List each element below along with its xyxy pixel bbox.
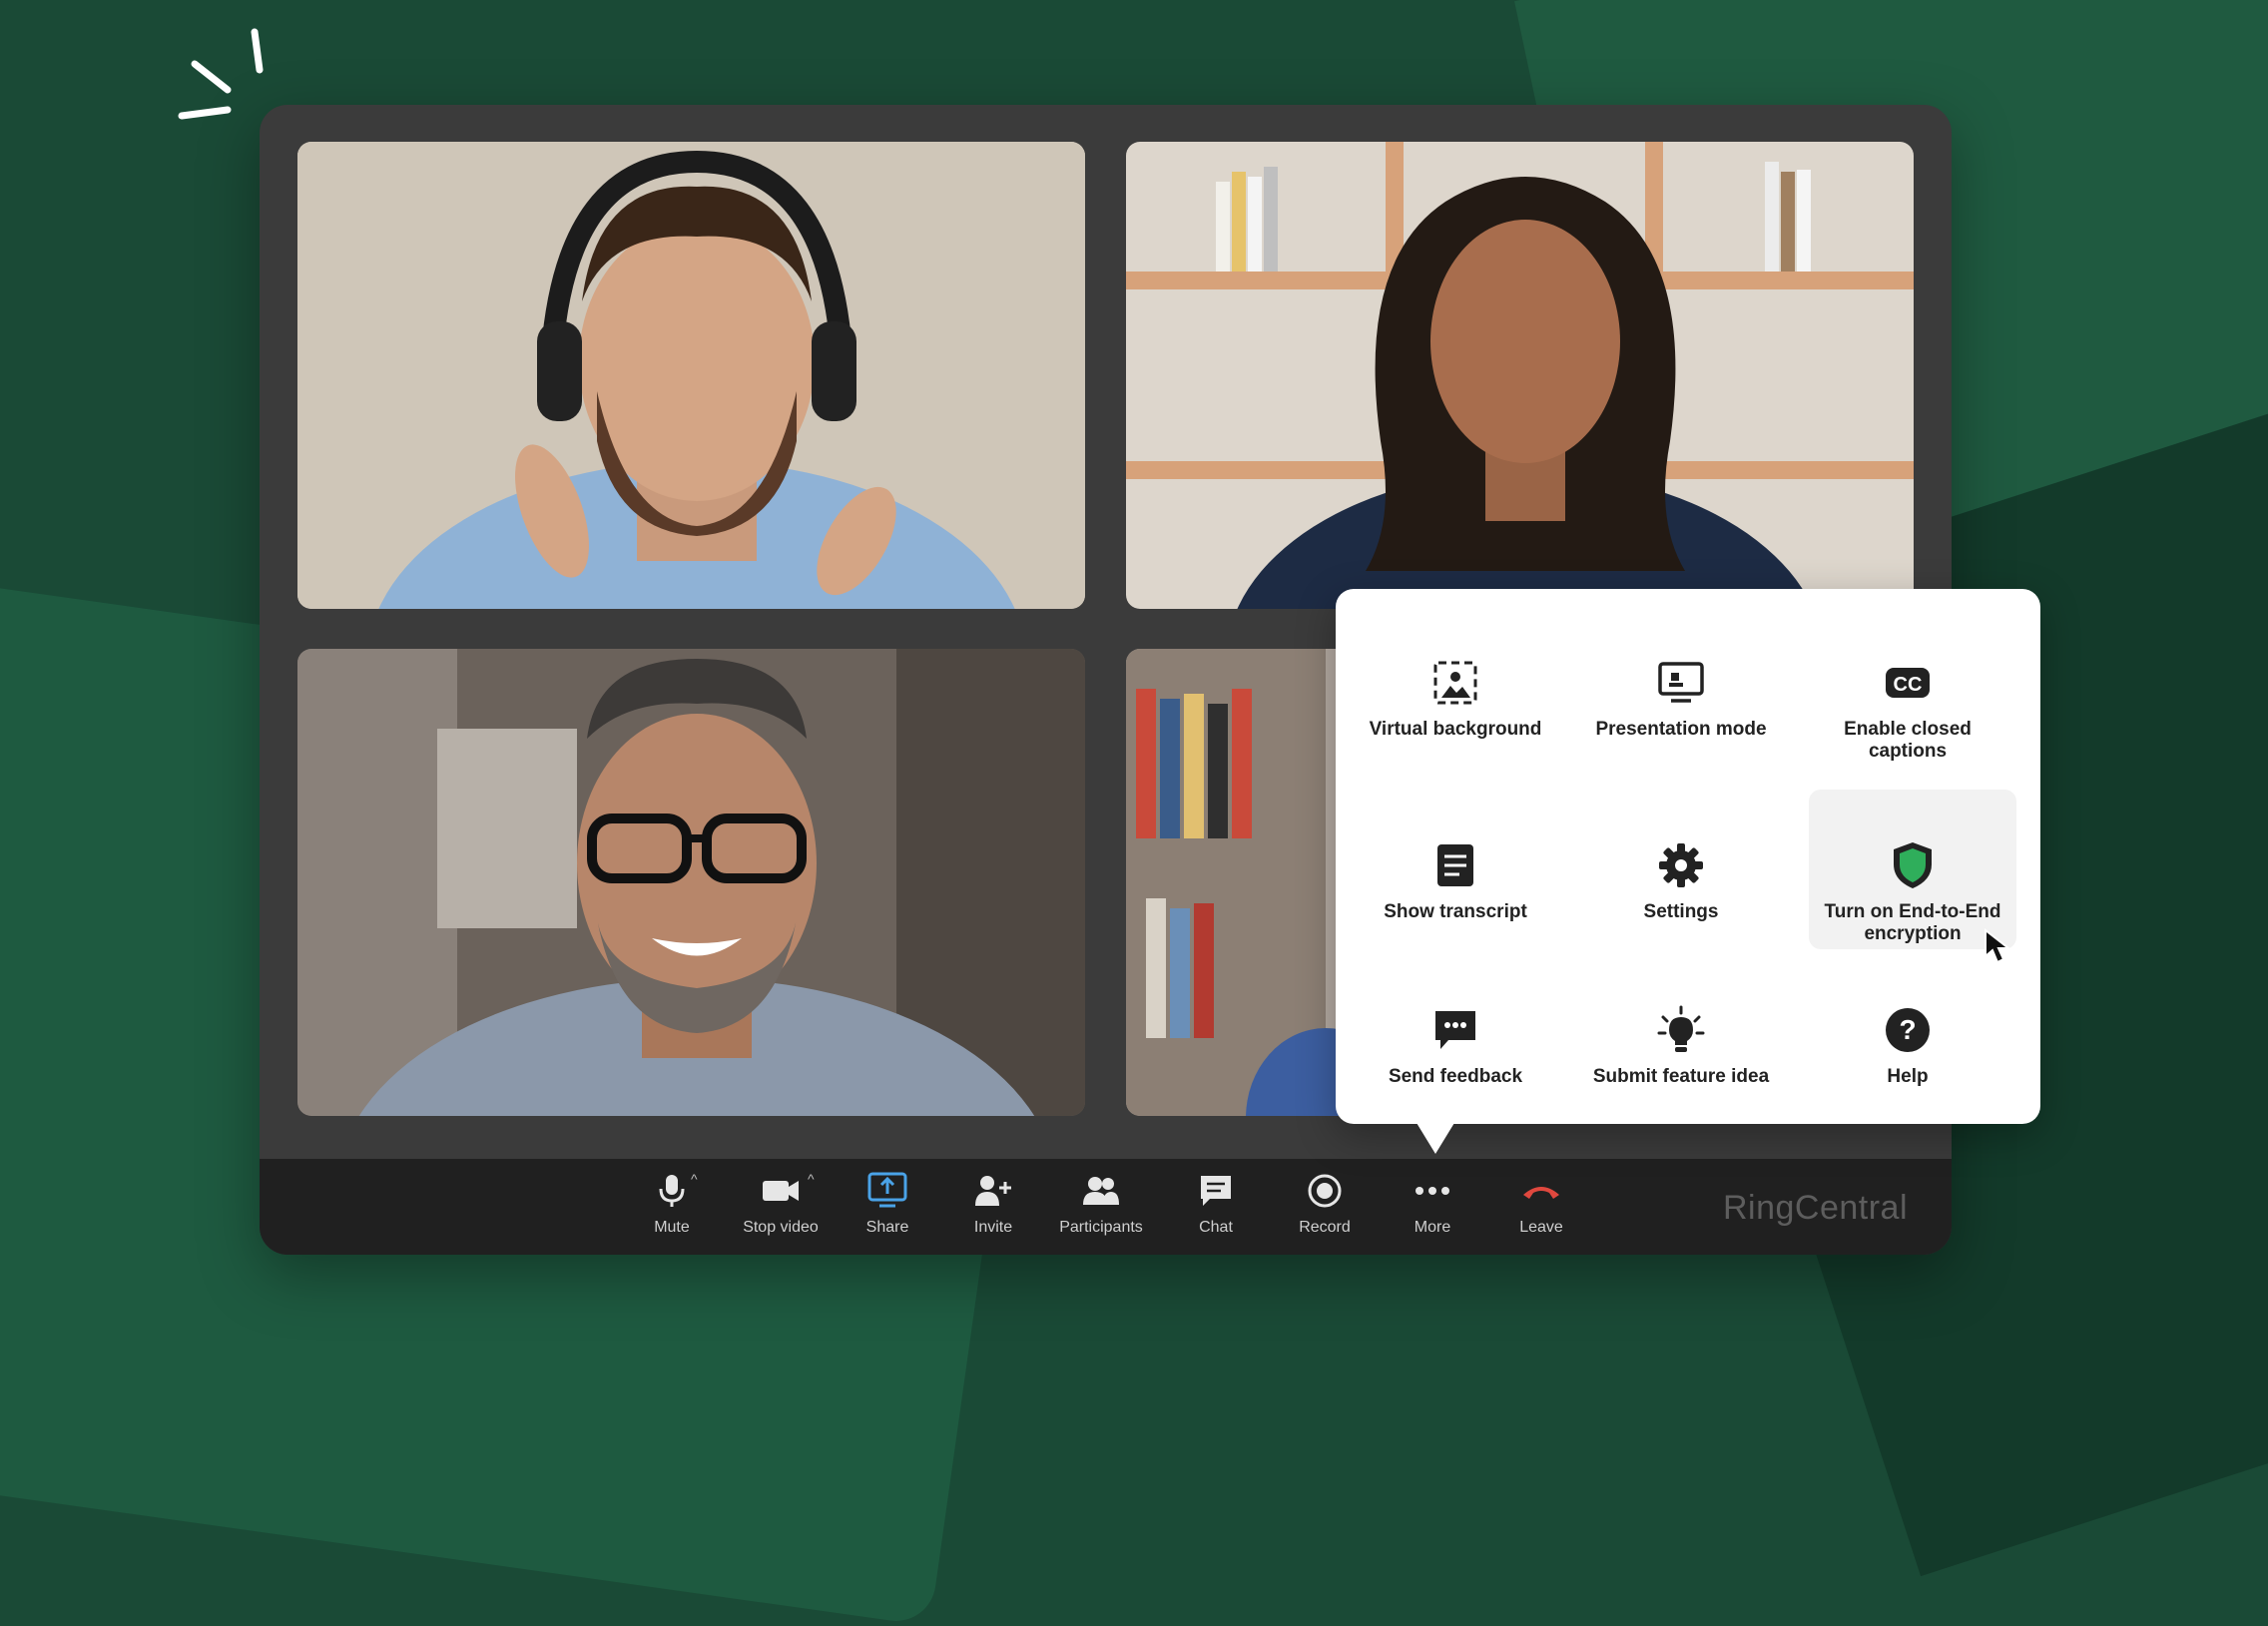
stop-video-label: Stop video [743, 1219, 819, 1236]
mute-button[interactable]: ^ Mute [617, 1171, 727, 1251]
record-label: Record [1299, 1219, 1351, 1236]
closed-captions-icon: CC [1882, 657, 1934, 709]
svg-text:CC: CC [1894, 674, 1923, 696]
mouse-cursor-icon [1984, 927, 2011, 964]
record-button[interactable]: Record [1270, 1171, 1380, 1251]
menu-pointer [1414, 1118, 1457, 1154]
menu-item-submit-feature-idea[interactable]: Submit feature idea [1577, 954, 1785, 1114]
more-menu: Virtual background Presentation mode CC … [1336, 589, 2040, 1124]
transcript-icon [1429, 839, 1481, 891]
hang-up-icon [1521, 1171, 1561, 1211]
chevron-up-icon[interactable]: ^ [691, 1171, 698, 1187]
menu-item-label: Turn on End-to-End encryption [1824, 901, 2001, 944]
chevron-up-icon[interactable]: ^ [808, 1171, 815, 1187]
more-button[interactable]: More [1378, 1171, 1487, 1251]
menu-item-label: Virtual background [1369, 719, 1542, 740]
menu-item-label: Send feedback [1388, 1066, 1523, 1087]
menu-item-presentation-mode[interactable]: Presentation mode [1577, 607, 1785, 767]
leave-label: Leave [1519, 1219, 1563, 1236]
presentation-icon [1655, 657, 1707, 709]
participants-icon [1081, 1171, 1121, 1211]
participant-video-tile[interactable] [297, 142, 1085, 609]
menu-item-label: Enable closed captions [1844, 719, 1972, 762]
microphone-icon [652, 1171, 692, 1211]
invite-label: Invite [973, 1219, 1013, 1236]
chat-label: Chat [1199, 1219, 1233, 1236]
stop-video-button[interactable]: ^ Stop video [726, 1171, 836, 1251]
menu-item-virtual-background[interactable]: Virtual background [1352, 607, 1559, 767]
mute-label: Mute [654, 1219, 690, 1236]
menu-item-send-feedback[interactable]: Send feedback [1352, 954, 1559, 1114]
brand-logo: RingCentral [1722, 1189, 1908, 1227]
menu-item-label: Submit feature idea [1592, 1066, 1770, 1087]
svg-text:?: ? [1899, 1014, 1916, 1045]
meeting-toolbar: ^ Mute ^ Stop video Share Invite Partici… [260, 1159, 1952, 1255]
chat-button[interactable]: Chat [1161, 1171, 1271, 1251]
record-icon [1305, 1171, 1345, 1211]
participants-button[interactable]: Participants [1046, 1171, 1156, 1251]
menu-item-end-to-end-encryption[interactable]: Turn on End-to-End encryption [1809, 790, 2016, 949]
gear-icon [1655, 839, 1707, 891]
share-label: Share [865, 1219, 909, 1236]
participants-label: Participants [1059, 1219, 1143, 1236]
feedback-icon [1429, 1004, 1481, 1056]
share-button[interactable]: Share [833, 1171, 942, 1251]
help-icon: ? [1882, 1004, 1934, 1056]
menu-item-label: Presentation mode [1595, 719, 1767, 740]
menu-item-label: Settings [1643, 901, 1719, 922]
more-dots-icon [1413, 1171, 1452, 1211]
menu-item-closed-captions[interactable]: CC Enable closed captions [1804, 607, 2011, 767]
participant-video-tile[interactable] [1126, 142, 1914, 609]
chat-icon [1196, 1171, 1236, 1211]
more-label: More [1414, 1219, 1451, 1236]
menu-item-show-transcript[interactable]: Show transcript [1352, 790, 1559, 949]
menu-item-label: Help [1887, 1066, 1929, 1087]
shield-icon [1887, 839, 1939, 891]
virtual-background-icon [1429, 657, 1481, 709]
lightbulb-icon [1655, 1004, 1707, 1056]
video-camera-icon [761, 1171, 801, 1211]
leave-button[interactable]: Leave [1486, 1171, 1596, 1251]
share-screen-icon [867, 1171, 907, 1211]
participant-video-tile[interactable] [297, 649, 1085, 1116]
menu-item-help[interactable]: ? Help [1804, 954, 2011, 1114]
participant-video [297, 142, 1085, 609]
menu-item-settings[interactable]: Settings [1577, 790, 1785, 949]
add-person-icon [973, 1171, 1013, 1211]
menu-item-label: Show transcript [1384, 901, 1527, 922]
participant-video [1126, 142, 1914, 609]
participant-video [297, 649, 1085, 1116]
invite-button[interactable]: Invite [938, 1171, 1048, 1251]
